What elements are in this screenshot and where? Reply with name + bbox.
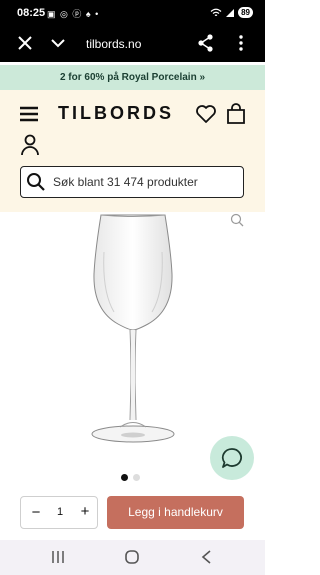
carousel-dot-active[interactable] [121, 474, 128, 481]
product-image [91, 214, 175, 443]
system-icons: 89 [210, 7, 253, 18]
chat-icon [221, 448, 242, 468]
menu-icon[interactable] [20, 106, 38, 122]
heart-icon[interactable] [195, 103, 217, 125]
browser-toolbar: tilbords.no [0, 26, 265, 62]
site-header: TILBORDS [0, 90, 265, 212]
system-navigation-bar [0, 540, 265, 575]
wifi-icon [210, 8, 222, 16]
promo-banner[interactable]: 2 for 60% på Royal Porcelain » [0, 65, 265, 90]
url-text[interactable]: tilbords.no [86, 37, 141, 51]
search-input[interactable] [53, 173, 239, 191]
battery-indicator: 89 [238, 7, 253, 18]
site-logo[interactable]: TILBORDS [58, 103, 174, 124]
home-icon[interactable] [124, 549, 140, 565]
decrease-quantity-button[interactable]: − [29, 504, 43, 521]
close-icon[interactable] [17, 34, 33, 52]
share-icon[interactable] [198, 34, 214, 52]
shopping-bag-icon[interactable] [226, 103, 246, 125]
add-to-cart-button[interactable]: Legg i handlekurv [107, 496, 244, 529]
status-time: 08:25 [17, 7, 46, 19]
quantity-value[interactable]: 1 [54, 506, 66, 518]
carousel-dot[interactable] [133, 474, 140, 481]
more-options-icon[interactable] [235, 35, 247, 51]
chat-button[interactable] [210, 436, 254, 480]
search-bar[interactable] [20, 166, 244, 198]
recents-icon[interactable] [51, 550, 65, 564]
notification-icons: ▣ ◎ ⓟ ♠ • [47, 9, 100, 19]
zoom-icon[interactable] [230, 213, 244, 227]
quantity-stepper: − 1 + [20, 496, 98, 529]
user-icon[interactable] [20, 134, 40, 156]
search-icon [27, 173, 45, 191]
product-gallery[interactable] [0, 212, 265, 474]
chevron-down-icon[interactable] [50, 35, 66, 51]
signal-icon [226, 8, 235, 17]
back-icon[interactable] [200, 550, 212, 564]
status-bar: 08:25 ▣ ◎ ⓟ ♠ • 89 [0, 0, 265, 26]
increase-quantity-button[interactable]: + [78, 503, 92, 520]
carousel-indicator [121, 474, 140, 481]
